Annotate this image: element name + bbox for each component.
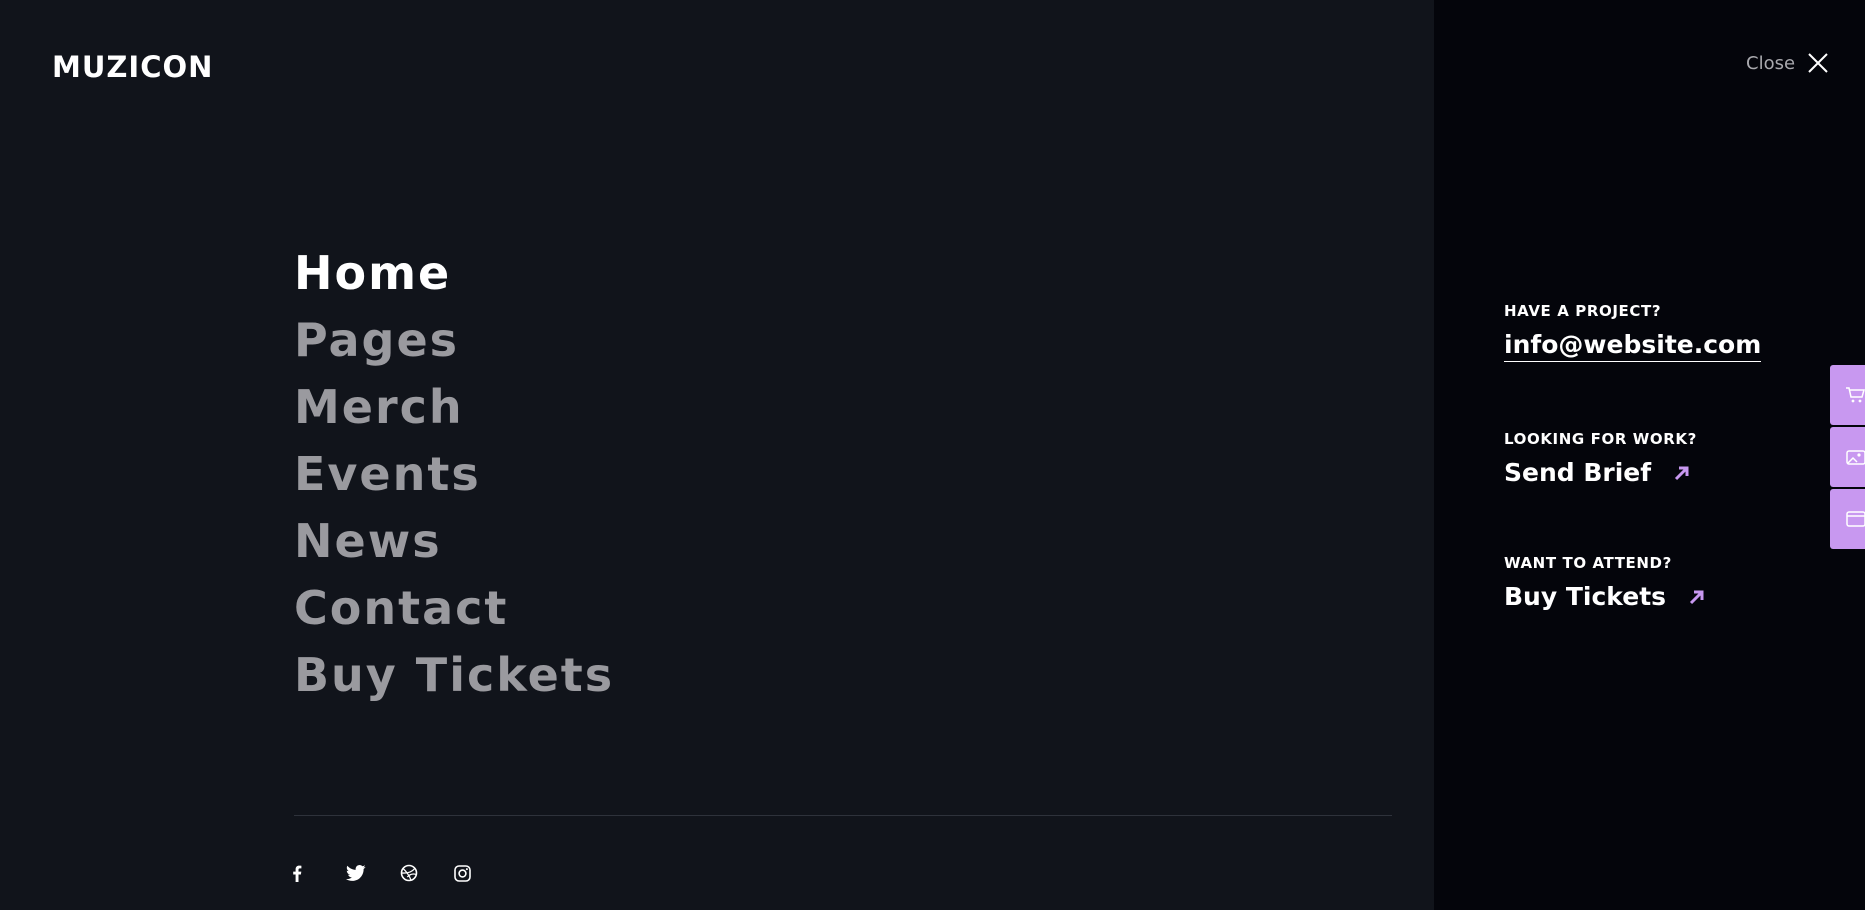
buy-tickets-label: Buy Tickets <box>1504 582 1667 611</box>
instagram-icon[interactable] <box>454 862 508 884</box>
menu-item-events[interactable]: Events <box>294 441 614 508</box>
side-tabs <box>1830 365 1865 551</box>
facebook-icon[interactable] <box>292 862 346 884</box>
gallery-tab[interactable] <box>1830 427 1865 487</box>
menu-item-contact[interactable]: Contact <box>294 575 614 642</box>
divider <box>294 815 1392 816</box>
social-links <box>292 862 508 884</box>
buy-tickets-link[interactable]: Buy Tickets <box>1504 582 1706 611</box>
cart-tab[interactable] <box>1830 365 1865 425</box>
menu-item-merch[interactable]: Merch <box>294 374 614 441</box>
email-link[interactable]: info@website.com <box>1504 330 1762 362</box>
close-icon <box>1808 53 1828 73</box>
attend-block: WANT TO ATTEND? Buy Tickets <box>1504 554 1706 611</box>
menu-item-pages[interactable]: Pages <box>294 307 614 374</box>
window-icon <box>1846 511 1865 527</box>
project-block: HAVE A PROJECT? info@website.com <box>1504 302 1762 362</box>
project-label: HAVE A PROJECT? <box>1504 302 1662 320</box>
cart-icon <box>1846 387 1865 403</box>
menu-item-buy-tickets[interactable]: Buy Tickets <box>294 642 614 709</box>
window-tab[interactable] <box>1830 489 1865 549</box>
menu-item-news[interactable]: News <box>294 508 614 575</box>
work-block: LOOKING FOR WORK? Send Brief <box>1504 430 1697 487</box>
close-label: Close <box>1746 52 1796 74</box>
twitter-icon[interactable] <box>346 862 400 884</box>
arrow-up-right-icon <box>1689 590 1704 604</box>
main-menu: Home Pages Merch Events News Contact Buy… <box>294 240 614 709</box>
dribbble-icon[interactable] <box>400 862 454 884</box>
attend-label: WANT TO ATTEND? <box>1504 554 1672 572</box>
menu-item-home[interactable]: Home <box>294 240 614 307</box>
work-label: LOOKING FOR WORK? <box>1504 430 1697 448</box>
logo[interactable]: MUZICON <box>52 50 213 84</box>
menu-panel <box>0 0 1434 910</box>
close-button[interactable]: Close <box>1746 52 1829 74</box>
send-brief-label: Send Brief <box>1504 458 1652 487</box>
arrow-up-right-icon <box>1675 466 1689 480</box>
image-icon <box>1846 450 1865 465</box>
send-brief-link[interactable]: Send Brief <box>1504 458 1697 487</box>
